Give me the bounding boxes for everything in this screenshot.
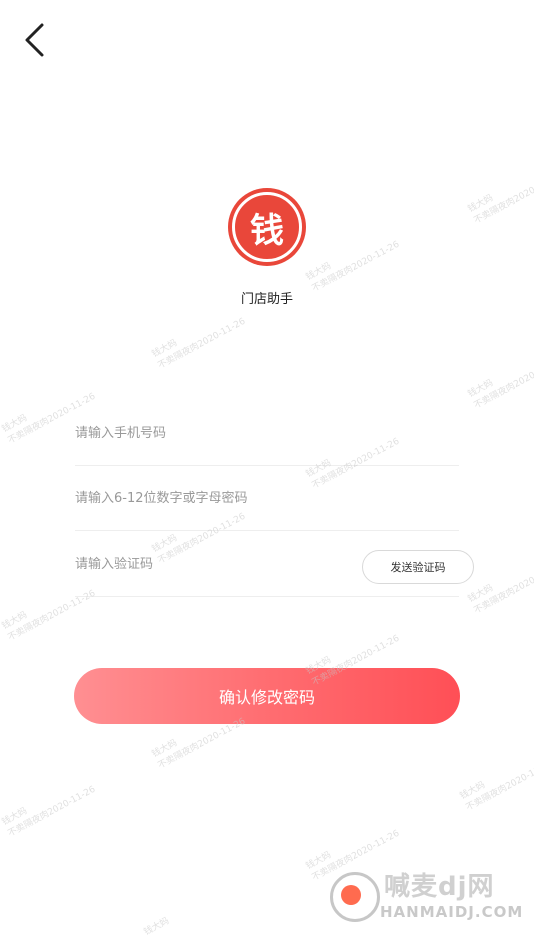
watermark: 钱大妈 不卖隔夜肉2020-11-26 <box>304 227 402 296</box>
watermark: 钱大妈 不卖隔夜肉2020-11-26 <box>466 344 534 413</box>
watermark-line1: 钱大妈 <box>466 378 496 400</box>
watermark-line2: 不卖隔夜肉2020-11-26 <box>464 758 534 814</box>
code-field-row: 发送验证码 <box>75 532 474 597</box>
app-name: 门店助手 <box>240 292 293 307</box>
brand-logo-icon <box>330 872 380 922</box>
watermark-line1: 钱大妈 <box>304 850 334 872</box>
logo-character: 钱 <box>232 192 302 262</box>
verification-code-input[interactable] <box>75 532 355 596</box>
watermark: 钱大妈 <box>142 915 172 939</box>
brand-name: 喊麦dj网 <box>384 872 495 902</box>
password-input[interactable] <box>75 466 355 530</box>
password-field-row <box>75 466 459 531</box>
watermark: 钱大妈 不卖隔夜肉2020-11-26 <box>150 304 248 373</box>
chevron-left-icon <box>25 23 44 57</box>
watermark: 钱大妈 不卖隔夜肉2020-11-26 <box>458 746 534 815</box>
watermark: 钱大妈 不卖隔夜肉2020-11-26 <box>466 159 534 228</box>
watermark-line1: 钱大妈 <box>304 261 334 283</box>
watermark-line1: 钱大妈 <box>142 916 172 938</box>
watermark-line1: 钱大妈 <box>150 338 180 360</box>
watermark: 钱大妈 不卖隔夜肉2020-11-26 <box>304 816 402 885</box>
reset-password-page: 钱 门店助手 发送验证码 确认修改密码 钱大妈 不卖隔夜肉2020-11-26 … <box>0 0 534 950</box>
phone-input[interactable] <box>75 401 355 465</box>
watermark-line2: 不卖隔夜肉2020-11-26 <box>6 784 98 840</box>
back-button[interactable] <box>14 20 54 60</box>
app-logo: 钱 <box>228 188 306 266</box>
logo-badge: 钱 <box>228 188 306 266</box>
confirm-change-password-button[interactable]: 确认修改密码 <box>74 668 460 724</box>
brand-figure <box>341 885 361 905</box>
brand-watermark: 喊麦dj网 HANMAIDJ.COM <box>330 872 526 930</box>
watermark-line2: 不卖隔夜肉2020-11-26 <box>310 828 402 884</box>
watermark-line1: 钱大妈 <box>466 193 496 215</box>
watermark: 钱大妈 不卖隔夜肉2020-11-26 <box>466 549 534 618</box>
watermark-line2: 不卖隔夜肉2020-11-26 <box>472 171 534 227</box>
watermark-line2: 不卖隔夜肉2020-11-26 <box>156 716 248 772</box>
watermark-line1: 钱大妈 <box>466 583 496 605</box>
watermark-line1: 钱大妈 <box>0 806 30 828</box>
watermark-line1: 钱大妈 <box>458 780 488 802</box>
phone-field-row <box>75 401 459 466</box>
watermark-line2: 不卖隔夜肉2020-11-26 <box>472 356 534 412</box>
watermark-line2: 不卖隔夜肉2020-11-26 <box>156 316 248 372</box>
send-code-button[interactable]: 发送验证码 <box>362 550 474 584</box>
watermark: 钱大妈 不卖隔夜肉2020-11-26 <box>0 772 98 841</box>
watermark-line2: 不卖隔夜肉2020-11-26 <box>472 561 534 617</box>
brand-domain: HANMAIDJ.COM <box>380 903 524 921</box>
